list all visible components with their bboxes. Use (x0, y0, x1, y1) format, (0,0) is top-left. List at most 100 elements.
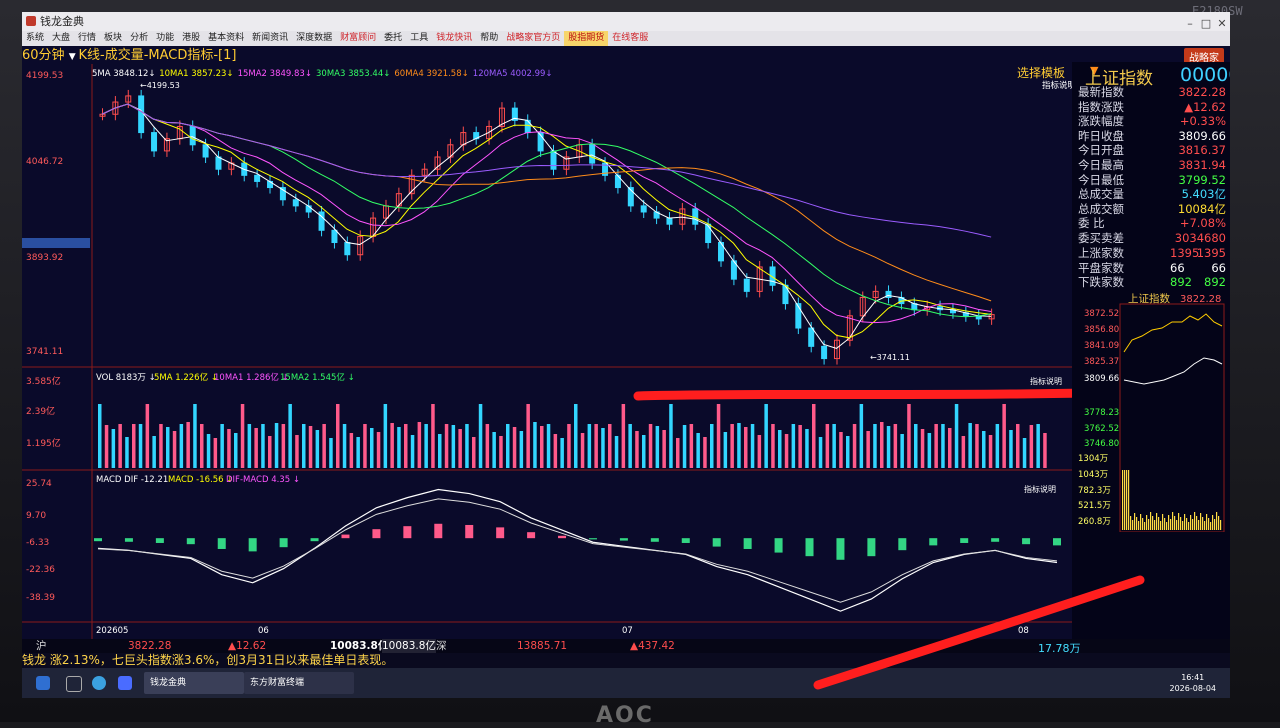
volume-bar (308, 426, 313, 468)
mini-title: 上证指数 (1128, 292, 1170, 305)
mini-volume-bar (1220, 520, 1222, 530)
mini-volume-bar (1132, 520, 1134, 530)
macd-hist (1053, 538, 1061, 546)
macd-tick: 9.70 (26, 511, 46, 521)
ma-legend-item: 60MA4 3921.58↓ (394, 69, 468, 79)
mini-volume-bar (1128, 470, 1130, 530)
macd-legend-dif: DIF-MACD 4.35 ↓ (226, 475, 300, 485)
mini-volume-bar (1134, 513, 1136, 530)
quote-value: 3816.37 (1178, 143, 1226, 158)
volume-bar (519, 431, 524, 468)
macd-hist (403, 526, 412, 539)
macd-hist (774, 538, 783, 553)
taskbar-app-eastmoney[interactable]: 东方财富终端 (244, 672, 354, 694)
low-annotation: ←3741.11 (870, 353, 910, 362)
volume-bar (873, 424, 877, 468)
volume-bar (669, 404, 673, 468)
volume-bar (200, 424, 204, 468)
volume-bar (580, 433, 585, 468)
breadth-label: 下跌家数 (1078, 275, 1124, 290)
breadth-v2: 892 (1204, 275, 1226, 290)
macd-hist (929, 538, 938, 546)
mini-volume-bar (1186, 518, 1188, 530)
quote-label: 指数涨跌 (1078, 99, 1124, 114)
volume-bar (118, 424, 122, 468)
volume-bar (614, 436, 619, 468)
candle (550, 150, 557, 170)
volume-bar (512, 427, 517, 468)
mini-volume-bar (1130, 516, 1132, 530)
mini-volume-bar (1184, 514, 1186, 530)
task-view-icon[interactable] (66, 676, 82, 692)
mini-volume-bar (1156, 513, 1158, 530)
mini-volume-bar (1202, 517, 1204, 530)
macd-tick: -38.39 (26, 593, 55, 603)
macd-legend-macd: MACD -16.56 ↓ (168, 475, 233, 485)
macd-hist (991, 538, 1000, 542)
volume-bar (227, 429, 231, 468)
quote-label: 总成交额 (1078, 201, 1124, 216)
mini-volume-bar (1188, 522, 1190, 530)
price-tick: 3893.92 (26, 253, 63, 263)
market2-label: 深 (436, 640, 447, 652)
macd-hist (743, 538, 752, 549)
macd-hist (155, 538, 164, 543)
breadth-v1: 892 (1170, 275, 1192, 290)
status-sz: 13885.71 (517, 640, 568, 652)
quote-row: 今日最高 3831.94 (1078, 158, 1228, 172)
volume-bar (499, 436, 503, 468)
quote-row: 涨跌幅度 +0.33% (1078, 114, 1228, 128)
mini-volume-bar (1198, 520, 1200, 530)
quote-value: 3034680 (1174, 231, 1226, 245)
volume-bar (363, 424, 367, 468)
macd-tick: -22.36 (26, 565, 55, 575)
red-highlight-stroke (633, 388, 1072, 401)
taskbar-app-qianlong[interactable]: 钱龙金典 (144, 672, 244, 694)
ma-legend-item: 120MA5 4002.99↓ (473, 69, 553, 79)
date-tick: 06 (258, 626, 269, 636)
quote-row: 今日最低 3799.52 (1078, 173, 1228, 187)
chart-bg (22, 64, 1072, 639)
volume-bar (920, 429, 925, 468)
volume-bar (812, 404, 816, 468)
ai-app-icon[interactable] (118, 676, 132, 690)
status-amount2: 10083.8亿 (382, 639, 436, 653)
start-icon[interactable] (36, 676, 50, 690)
macd-hist (434, 523, 443, 539)
volume-bar (1002, 404, 1006, 468)
quote-value: +0.33% (1179, 114, 1226, 129)
browser-icon[interactable] (92, 676, 106, 690)
volume-bar (417, 422, 422, 468)
candle (640, 205, 647, 213)
template-select[interactable]: 选择模板 (1017, 64, 1065, 81)
macd-hist (94, 538, 102, 542)
volume-bar (281, 424, 286, 468)
taskbar-app-qianlong-label: 钱龙金典 (150, 678, 187, 688)
quote-value: 3799.52 (1178, 172, 1226, 187)
mini-volume-bar (1200, 513, 1202, 530)
news-ticker[interactable]: 钱龙 涨2.13%，七巨头指数涨3.6%，创3月31日以来最佳单日表现。 (22, 653, 1230, 668)
volume-bar (533, 422, 537, 468)
volume-bar (478, 404, 483, 468)
intraday-mini-chart[interactable]: 上证指数 3822.28 3872.52 3856.80 3841.09 3825.37 3… (1072, 292, 1230, 532)
system-clock[interactable]: 16:41 2026-08-04 (1170, 672, 1217, 694)
volume-bar (431, 404, 435, 468)
volume-bar (948, 428, 952, 468)
breadth-v2: 1395 (1196, 246, 1226, 260)
volume-bar (206, 434, 211, 468)
date-tick: 07 (622, 626, 633, 636)
screen: 钱龙金典 – □ ✕ 系统 大盘 行情 板块 分析 功能 港股 基本资料 新闻资讯 深度数据 财富顾问委… (22, 12, 1230, 698)
volume-bar (791, 424, 796, 468)
volume-bar (574, 404, 578, 468)
quote-value: +7.08% (1179, 216, 1226, 231)
status-index: 3822.28 (128, 640, 172, 652)
volume-bar (261, 424, 265, 468)
quote-value: 3822.28 (1178, 85, 1226, 99)
quote-label: 昨日收盘 (1078, 128, 1124, 143)
mini-price-tick: 3856.80 (1084, 325, 1119, 335)
mini-volume-bar (1124, 470, 1126, 530)
volume-bar (601, 428, 605, 468)
mini-volume-bar (1144, 522, 1146, 530)
breadth-v2: 66 (1211, 260, 1226, 275)
quote-value: 3809.66 (1178, 128, 1226, 143)
